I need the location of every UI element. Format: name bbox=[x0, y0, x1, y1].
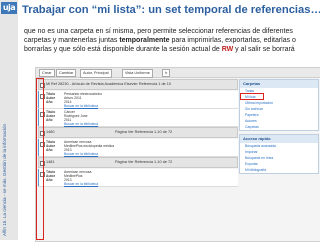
results-header: Mi Ref 28230 - Artículo de Revista Acadé… bbox=[38, 79, 238, 90]
quick-access-panel: Acceso rápido Búsqueda avanzada Importar… bbox=[239, 134, 319, 174]
library-link[interactable]: Buscar en la biblioteca bbox=[64, 104, 98, 108]
quick-access-title: Acceso rápido bbox=[240, 135, 318, 143]
results-list: Mi Ref 28230 - Artículo de Revista Acadé… bbox=[38, 79, 238, 187]
record-id: 1480 bbox=[46, 130, 55, 134]
list-item: Título American nervosa Autor MedlinePlu… bbox=[38, 139, 238, 157]
view-select[interactable]: Vista Uniforme bbox=[121, 69, 153, 78]
checkbox-column-highlight bbox=[36, 78, 44, 240]
sort-select-value: Autor, Principal bbox=[80, 69, 112, 78]
change-button[interactable]: Cambiar bbox=[56, 69, 77, 77]
left-sidebar: uja Alfin 15. La ciencia - se más. Gesti… bbox=[0, 0, 18, 240]
create-button[interactable]: Crear bbox=[39, 69, 55, 77]
library-link[interactable]: Buscar en la biblioteca bbox=[64, 152, 98, 156]
page-indicator: Página Ver Referencia 1-10 de 72 bbox=[115, 130, 173, 134]
results-header: 1481 Página Ver Referencia 1-10 de 72 bbox=[38, 157, 238, 168]
results-header-text: Mi Ref 28230 - Artículo de Revista Acadé… bbox=[46, 82, 171, 86]
quick-bibliography[interactable]: Mi bibliografía bbox=[240, 167, 318, 173]
list-item: Título Pensando electrocalorico Autor Ar… bbox=[38, 91, 238, 109]
desc-part3: y al salir se borrará bbox=[233, 46, 295, 54]
sort-select[interactable]: Autor, Principal bbox=[79, 69, 112, 78]
folder-item-folders[interactable]: Carpetas bbox=[240, 124, 318, 130]
view-select-value: Vista Uniforme bbox=[122, 69, 153, 78]
library-link[interactable]: Buscar en la biblioteca bbox=[64, 182, 98, 186]
refworks-screenshot: Crear Cambiar Autor, Principal Vista Uni… bbox=[35, 67, 320, 242]
page-indicator: Página Ver Referencia 1-10 de 72 bbox=[115, 160, 173, 164]
desc-rw: RW bbox=[221, 46, 234, 54]
label-year: Año bbox=[46, 148, 53, 152]
go-button[interactable]: Ir bbox=[162, 69, 171, 77]
my-list-highlight bbox=[240, 93, 264, 100]
folders-panel: Carpetas Todas Mi lista Última importaci… bbox=[239, 79, 319, 131]
label-year: Año bbox=[46, 118, 53, 122]
list-item: Título Cáncer Autor Rodriguez Jose Año 2… bbox=[38, 109, 238, 127]
page-title: Trabajar con “mi lista”: un set temporal… bbox=[22, 4, 320, 16]
label-year: Año bbox=[46, 178, 53, 182]
record-id: 1481 bbox=[46, 160, 55, 164]
label-year: Año bbox=[46, 100, 53, 104]
results-header: 1480 Página Ver Referencia 1-10 de 72 bbox=[38, 127, 238, 138]
desc-bold: temporalmente bbox=[119, 37, 170, 45]
description-text: que no es una carpeta en sí misma, pero … bbox=[24, 27, 316, 55]
sidebar-vertical-text: Alfin 15. La ciencia - se más. Gestión d… bbox=[2, 123, 7, 236]
right-panel: Carpetas Todas Mi lista Última importaci… bbox=[239, 79, 319, 177]
list-item: Título American nervosa Autor MedlinePlu… bbox=[38, 169, 238, 187]
folders-panel-title: Carpetas bbox=[240, 80, 318, 88]
toolbar: Crear Cambiar Autor, Principal Vista Uni… bbox=[36, 68, 320, 78]
library-link[interactable]: Buscar en la biblioteca bbox=[64, 122, 98, 126]
